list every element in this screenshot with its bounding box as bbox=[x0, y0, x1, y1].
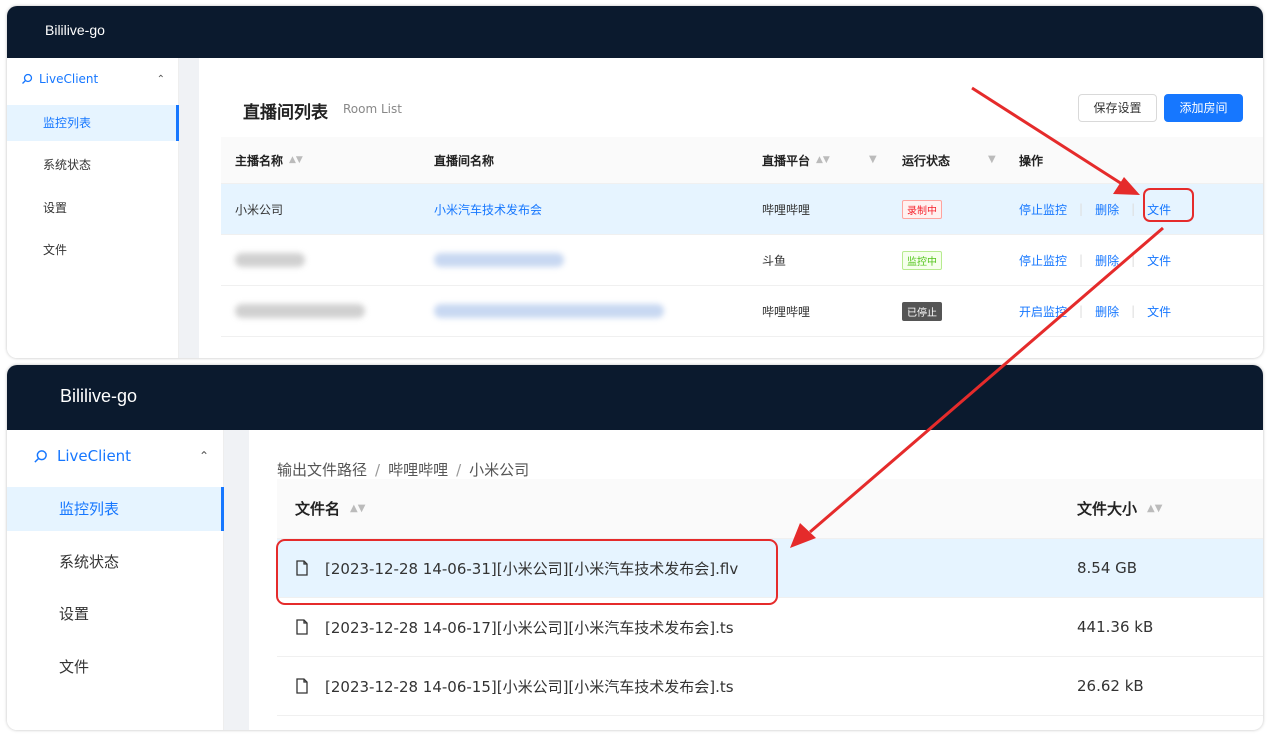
arrowhead-icon bbox=[790, 523, 816, 548]
annotation-arrows bbox=[790, 86, 1164, 548]
arrow-to-file-link bbox=[971, 86, 1123, 186]
arrow-to-file-row bbox=[809, 226, 1164, 534]
